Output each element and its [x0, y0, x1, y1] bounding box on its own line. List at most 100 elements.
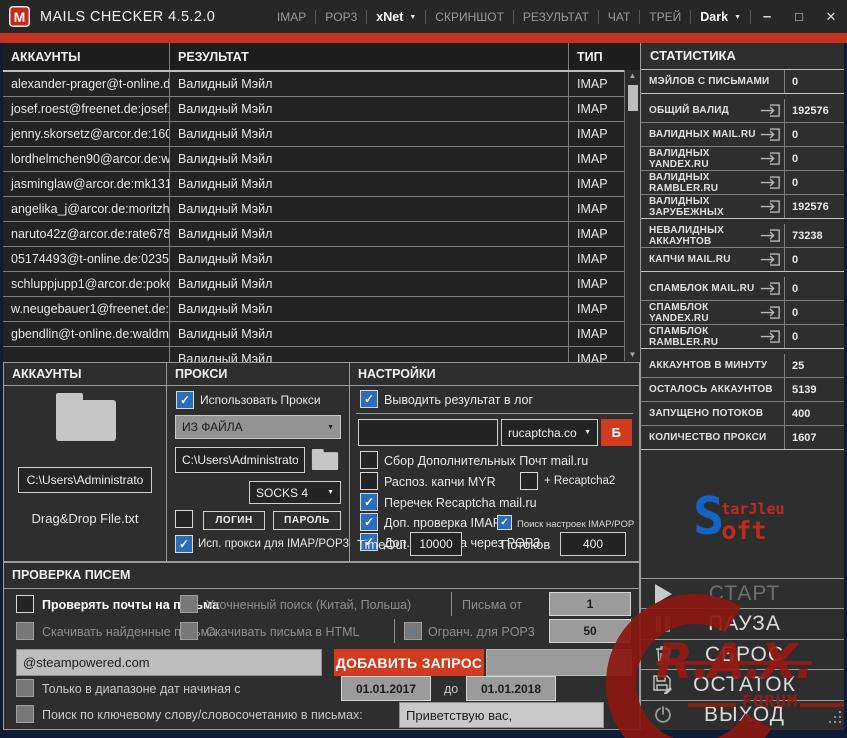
imap-settings-search-checkbox[interactable]: ✓: [497, 515, 512, 530]
threads-label: Потоков: [501, 537, 551, 552]
stat-label: МЭЙЛОВ С ПИСЬМАМИ: [649, 76, 770, 87]
stats-group: АККАУНТОВ В МИНУТУ 25 ОСТАЛОСЬ АККАУНТОВ…: [641, 354, 844, 450]
pop3-limit-field[interactable]: [549, 619, 631, 643]
exit-button[interactable]: ВЫХОД: [641, 699, 844, 730]
table-row[interactable]: angelika_j@arcor.de:moritzhundВалидный М…: [3, 197, 640, 222]
query-field[interactable]: [16, 649, 322, 676]
pop3-limit-checkbox[interactable]: ✓: [404, 622, 422, 640]
check-mail-checkbox[interactable]: [16, 595, 34, 613]
query-extra-box[interactable]: [486, 649, 632, 676]
chevron-down-icon: ▼: [327, 489, 334, 496]
cell-account: jasminglaw@arcor.de:mk1311chris: [11, 177, 169, 191]
table-row[interactable]: 05174493@t-online.de:02350545Валидный Мэ…: [3, 247, 640, 272]
captcha-service-select[interactable]: rucaptcha.co ▼: [501, 419, 598, 446]
export-arrow-icon[interactable]: [759, 281, 781, 296]
menu-result[interactable]: РЕЗУЛЬТАТ: [514, 10, 598, 24]
theme-dropdown[interactable]: Dark ▼: [691, 10, 750, 24]
table-scrollbar[interactable]: ▲ ▼: [624, 70, 640, 361]
chevron-down-icon: ▼: [584, 429, 591, 436]
collect-mail-checkbox[interactable]: [360, 451, 378, 469]
table-row[interactable]: schluppjupp1@arcor.de:poker777Валидный М…: [3, 272, 640, 297]
add-query-button[interactable]: ДОБАВИТЬ ЗАПРОС: [334, 649, 484, 676]
export-arrow-icon[interactable]: [759, 252, 781, 267]
letters-from-field[interactable]: [549, 592, 631, 616]
table-header: АККАУНТЫ РЕЗУЛЬТАТ ТИП: [3, 43, 640, 72]
accounts-path-field[interactable]: [18, 467, 152, 493]
menu-tray[interactable]: ТРЕЙ: [640, 10, 690, 24]
proxy-auth-checkbox[interactable]: [175, 510, 193, 528]
login-button[interactable]: ЛОГИН: [203, 511, 265, 530]
cell-result: Валидный Мэйл: [169, 147, 568, 171]
imap-check-checkbox[interactable]: ✓: [360, 513, 378, 531]
proxy-type-select[interactable]: SOCKS 4 ▼: [249, 481, 341, 504]
myr-captcha-checkbox[interactable]: [360, 472, 378, 490]
proxy-path-field[interactable]: [175, 447, 305, 473]
proxy-source-select[interactable]: ИЗ ФАЙЛА ▼: [175, 415, 341, 439]
recheck-recaptcha-checkbox[interactable]: ✓: [360, 493, 378, 511]
remainder-button[interactable]: ОСТАТОК: [641, 669, 844, 699]
table-row[interactable]: jasminglaw@arcor.de:mk1311chrisВалидный …: [3, 172, 640, 197]
download-html-checkbox[interactable]: [180, 622, 198, 640]
header-result[interactable]: РЕЗУЛЬТАТ: [169, 43, 568, 70]
table-row[interactable]: josef.roest@freenet.de:josef1 Валидный Мэ…: [3, 97, 640, 122]
table-row[interactable]: jenny.skorsetz@arcor.de:160480Валидный М…: [3, 122, 640, 147]
date-from-field[interactable]: [341, 676, 431, 701]
menu-pop3[interactable]: POP3: [316, 10, 366, 24]
export-arrow-icon[interactable]: [759, 175, 781, 190]
export-arrow-icon[interactable]: [759, 228, 781, 243]
threads-field[interactable]: [560, 532, 626, 556]
refined-search-checkbox[interactable]: [180, 595, 198, 613]
captcha-key-field[interactable]: [358, 419, 498, 446]
menu-xnet-dropdown[interactable]: xNet ▼: [367, 10, 425, 24]
keyword-search-checkbox[interactable]: [16, 705, 34, 723]
export-arrow-icon[interactable]: [759, 329, 781, 344]
folder-icon[interactable]: [54, 391, 118, 448]
download-found-checkbox[interactable]: [16, 622, 34, 640]
scroll-up-icon[interactable]: ▲: [629, 70, 637, 82]
pause-button[interactable]: ПАУЗА: [641, 608, 844, 638]
stat-label: ОБЩИЙ ВАЛИД: [649, 105, 729, 116]
proxy-imap-pop3-checkbox[interactable]: ✓: [175, 535, 193, 553]
table-row[interactable]: lordhelmchen90@arcor.de:w1a2s3Валидный М…: [3, 147, 640, 172]
maximize-button[interactable]: □: [783, 9, 815, 24]
cell-result: Валидный Мэйл: [169, 222, 568, 246]
menu-chat[interactable]: ЧАТ: [599, 10, 639, 24]
export-arrow-icon[interactable]: [759, 305, 781, 320]
table-row[interactable]: naruto42z@arcor.de:rate6785 Валидный Мэйл…: [3, 222, 640, 247]
stat-value: 0: [784, 171, 844, 194]
table-row[interactable]: Валидный Мэйл IMAP: [3, 347, 640, 363]
log-checkbox[interactable]: ✓: [360, 390, 378, 408]
export-arrow-icon[interactable]: [759, 151, 781, 166]
export-arrow-icon[interactable]: [759, 199, 781, 214]
stat-label: ЗАПУЩЕНО ПОТОКОВ: [649, 408, 764, 419]
keyword-field[interactable]: [399, 702, 604, 728]
stat-value: 0: [784, 123, 844, 146]
balance-button[interactable]: Б: [601, 419, 632, 446]
timeout-field[interactable]: [410, 532, 462, 556]
minimize-button[interactable]: –: [751, 8, 783, 25]
resize-grip[interactable]: [828, 710, 842, 729]
menu-screenshot[interactable]: СКРИНШОТ: [426, 10, 513, 24]
scrollbar-thumb[interactable]: [627, 85, 638, 111]
scroll-down-icon[interactable]: ▼: [629, 349, 637, 361]
browse-folder-icon[interactable]: [311, 447, 339, 477]
table-row[interactable]: w.neugebauer1@freenet.de:schillerВалидны…: [3, 297, 640, 322]
play-icon: [641, 583, 685, 604]
menu-imap[interactable]: IMAP: [268, 10, 315, 24]
close-button[interactable]: ✕: [815, 9, 847, 25]
start-button[interactable]: СТАРТ: [641, 578, 844, 608]
cell-account: lordhelmchen90@arcor.de:w1a2s3: [11, 152, 169, 166]
reset-button[interactable]: СБРОС: [641, 638, 844, 669]
date-range-checkbox[interactable]: [16, 679, 34, 697]
imap-settings-search-label: Поиск настроек IMAP/POP: [517, 519, 635, 530]
export-arrow-icon[interactable]: [759, 127, 781, 142]
header-type[interactable]: ТИП: [568, 43, 624, 70]
password-button[interactable]: ПАРОЛЬ: [273, 511, 341, 530]
export-arrow-icon[interactable]: [759, 103, 781, 118]
recaptcha2-checkbox[interactable]: [520, 472, 538, 490]
header-accounts[interactable]: АККАУНТЫ: [3, 43, 169, 70]
date-to-field[interactable]: [466, 676, 556, 701]
use-proxy-checkbox[interactable]: ✓: [176, 391, 194, 409]
table-row[interactable]: alexander-prager@t-online.de:fuchs!Валид…: [3, 72, 640, 97]
table-row[interactable]: gbendlin@t-online.de:waldmann1Валидный М…: [3, 322, 640, 347]
